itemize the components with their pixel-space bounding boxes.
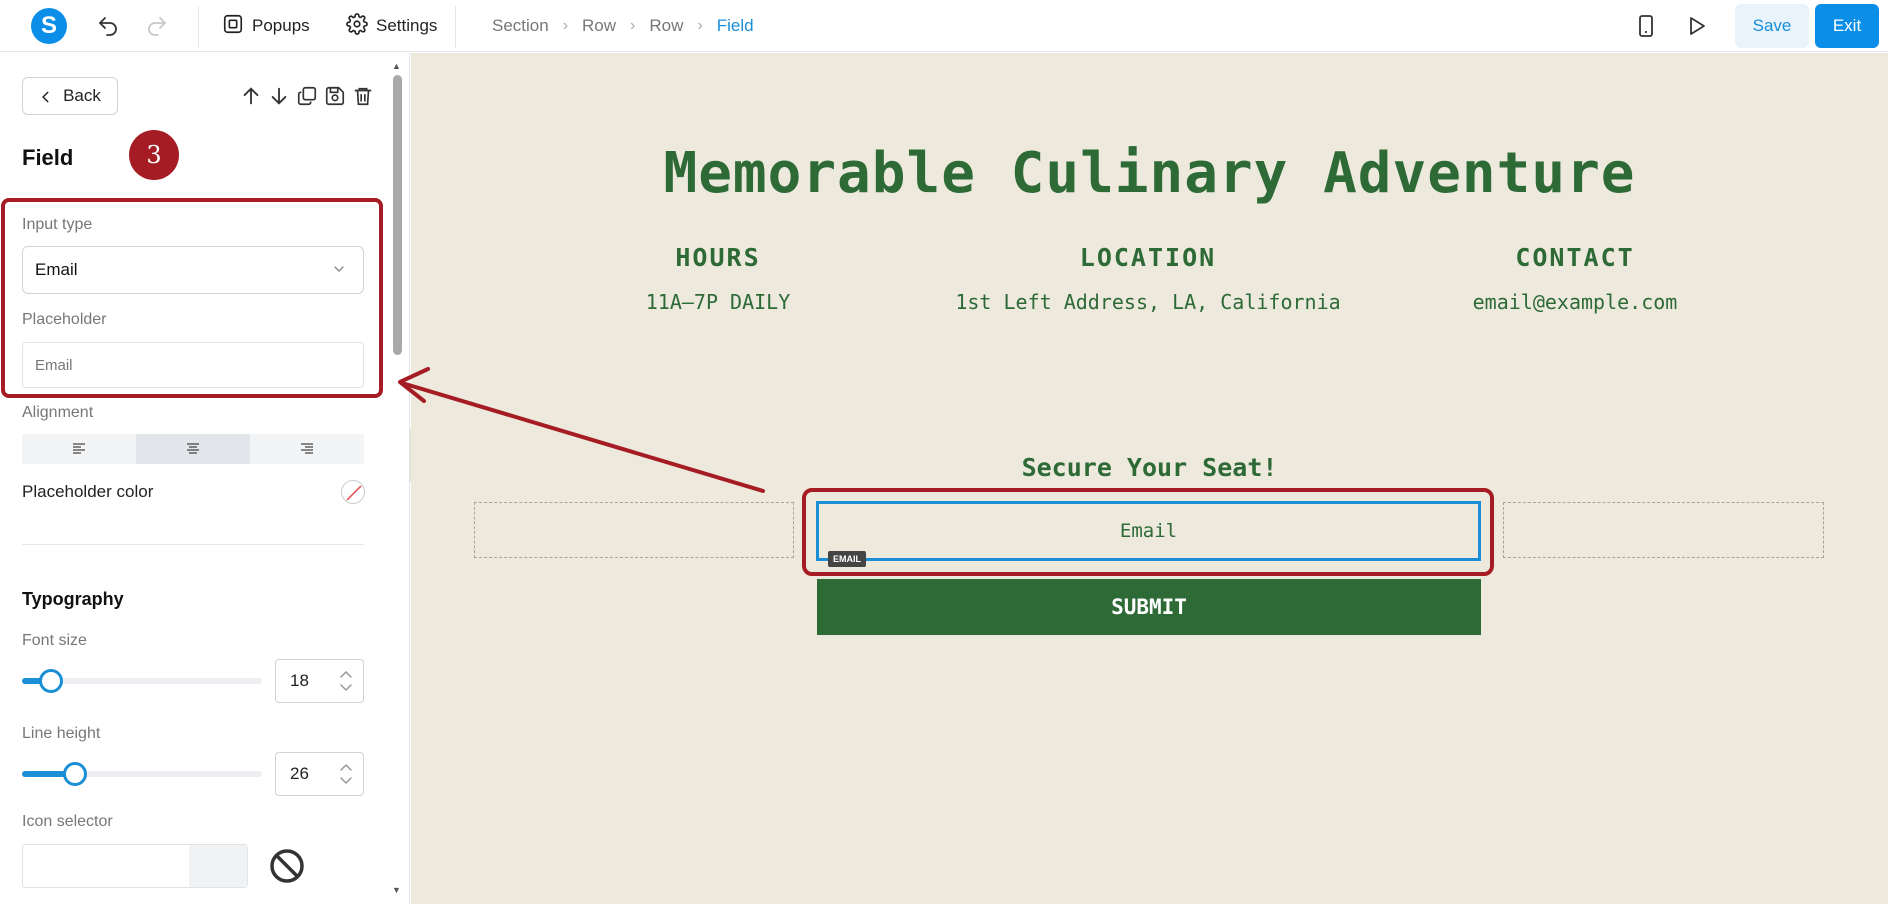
chevron-left-icon	[39, 89, 53, 103]
scroll-down-arrow-icon[interactable]: ▼	[392, 885, 401, 895]
play-icon[interactable]	[1684, 14, 1708, 38]
info-heading: HOURS	[675, 243, 761, 272]
back-button[interactable]: Back	[22, 77, 118, 115]
settings-button[interactable]: Settings	[346, 12, 437, 40]
input-type-value: Email	[35, 260, 78, 279]
info-heading: CONTACT	[1515, 243, 1635, 272]
chevron-right-icon: ›	[697, 17, 703, 34]
page-canvas: Memorable Culinary Adventure HOURS 11A–7…	[411, 53, 1888, 904]
gear-icon	[346, 12, 368, 40]
align-center-button[interactable]	[136, 434, 250, 464]
breadcrumb: Section › Row › Row › Field	[492, 16, 754, 36]
align-left-button[interactable]	[22, 434, 136, 464]
stepper-icon[interactable]	[339, 668, 353, 694]
save-block-icon[interactable]	[324, 85, 346, 107]
input-type-select[interactable]: Email	[22, 246, 364, 294]
breadcrumb-item-field[interactable]: Field	[717, 16, 754, 36]
form-title[interactable]: Secure Your Seat!	[411, 453, 1888, 482]
font-size-input[interactable]: 18	[275, 659, 364, 703]
line-height-slider-handle[interactable]	[62, 762, 87, 786]
chevron-right-icon: ›	[630, 17, 636, 34]
email-field[interactable]: Email	[816, 501, 1481, 561]
move-down-icon[interactable]	[268, 85, 290, 107]
field-settings-panel: Back Field 3 Input type Email Placeholde…	[0, 53, 410, 904]
line-height-value: 26	[290, 764, 309, 783]
line-height-input[interactable]: 26	[275, 752, 364, 796]
icon-selector-label: Icon selector	[22, 813, 113, 830]
save-button[interactable]: Save	[1735, 4, 1809, 48]
line-height-label: Line height	[22, 725, 101, 742]
divider	[22, 544, 364, 545]
back-label: Back	[63, 86, 101, 105]
info-heading: LOCATION	[1079, 243, 1217, 272]
icon-selector-input[interactable]	[22, 844, 248, 888]
input-type-label: Input type	[22, 216, 93, 233]
font-size-slider[interactable]	[22, 669, 262, 693]
info-value: email@example.com	[1472, 290, 1678, 314]
stepper-icon[interactable]	[339, 761, 353, 787]
undo-icon[interactable]	[96, 14, 120, 38]
delete-icon[interactable]	[352, 85, 374, 107]
submit-button[interactable]: SUBMIT	[817, 579, 1481, 635]
icon-selector-preview[interactable]	[189, 845, 247, 887]
move-up-icon[interactable]	[240, 85, 262, 107]
app-logo[interactable]: S	[31, 8, 67, 44]
popups-label: Popups	[252, 16, 310, 35]
breadcrumb-item-row[interactable]: Row	[582, 16, 616, 36]
typography-section-title: Typography	[22, 589, 124, 609]
duplicate-icon[interactable]	[296, 85, 318, 107]
empty-column-left[interactable]	[474, 502, 794, 558]
chevron-down-icon	[331, 261, 347, 277]
hero-title[interactable]: Memorable Culinary Adventure	[411, 141, 1888, 206]
panel-title: Field	[22, 145, 74, 170]
info-column-hours[interactable]: HOURS 11A–7P DAILY	[508, 243, 928, 314]
align-right-button[interactable]	[250, 434, 364, 464]
redo-icon[interactable]	[145, 14, 169, 38]
info-column-contact[interactable]: CONTACT email@example.com	[1365, 243, 1785, 314]
exit-button[interactable]: Exit	[1815, 4, 1879, 48]
breadcrumb-item-row[interactable]: Row	[649, 16, 683, 36]
top-toolbar: S Popups Settings Section › Row › Row › …	[0, 0, 1888, 52]
sidebar-scrollbar-thumb[interactable]	[393, 75, 402, 355]
toolbar-divider	[455, 6, 456, 48]
element-actions	[240, 85, 374, 107]
font-size-slider-handle[interactable]	[38, 669, 63, 693]
alignment-toggle-group	[22, 434, 364, 464]
popups-button[interactable]: Popups	[222, 12, 310, 40]
info-value: 1st Left Address, LA, California	[955, 290, 1341, 314]
line-height-slider[interactable]	[22, 762, 262, 786]
toolbar-divider	[198, 6, 199, 48]
info-column-location[interactable]: LOCATION 1st Left Address, LA, Californi…	[938, 243, 1358, 314]
breadcrumb-item-section[interactable]: Section	[492, 16, 549, 36]
info-value: 11A–7P DAILY	[645, 290, 791, 314]
font-size-value: 18	[290, 671, 309, 690]
step-badge: 3	[129, 130, 179, 180]
element-type-tag: EMAIL	[828, 551, 866, 567]
placeholder-input[interactable]: Email	[22, 342, 364, 388]
scroll-up-arrow-icon[interactable]: ▲	[392, 61, 401, 71]
placeholder-label: Placeholder	[22, 311, 107, 328]
chevron-right-icon: ›	[562, 17, 569, 34]
no-icon-ban-icon[interactable]	[269, 848, 305, 884]
no-color-swatch-icon[interactable]	[341, 480, 365, 504]
empty-column-right[interactable]	[1503, 502, 1824, 558]
font-size-label: Font size	[22, 632, 87, 649]
settings-label: Settings	[376, 16, 438, 35]
popup-icon	[222, 13, 244, 40]
mobile-preview-icon[interactable]	[1634, 14, 1658, 38]
alignment-label: Alignment	[22, 404, 94, 421]
placeholder-color-label: Placeholder color	[22, 482, 154, 501]
